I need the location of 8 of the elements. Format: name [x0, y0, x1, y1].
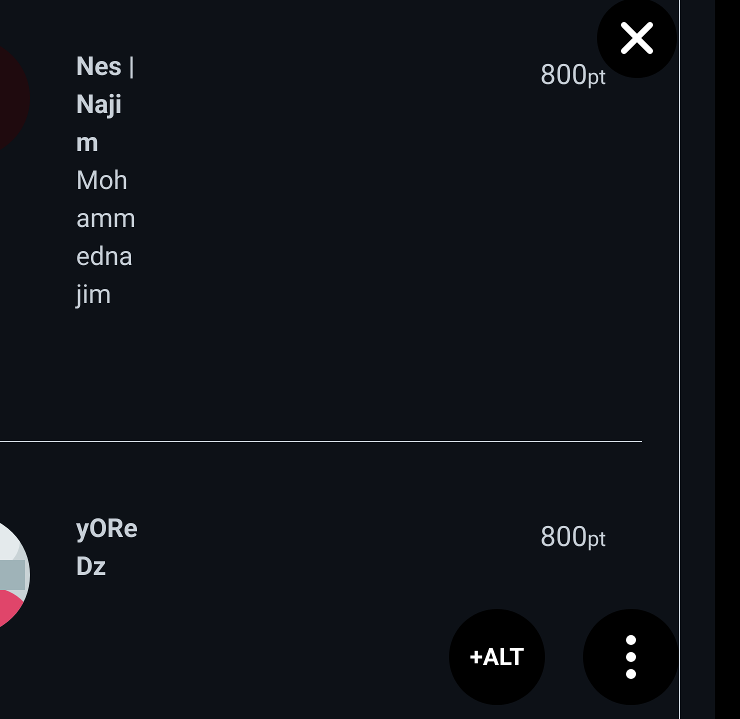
user-name: yOReDz: [76, 513, 138, 584]
alt-button[interactable]: +ALT: [449, 609, 545, 705]
user-handle: Mohammednajim: [76, 165, 137, 312]
points: 800pt: [540, 519, 606, 555]
close-icon: [620, 21, 654, 55]
user-name: Nes | Najim: [76, 51, 136, 160]
more-icon: [625, 634, 637, 680]
points: 800pt: [540, 57, 606, 93]
